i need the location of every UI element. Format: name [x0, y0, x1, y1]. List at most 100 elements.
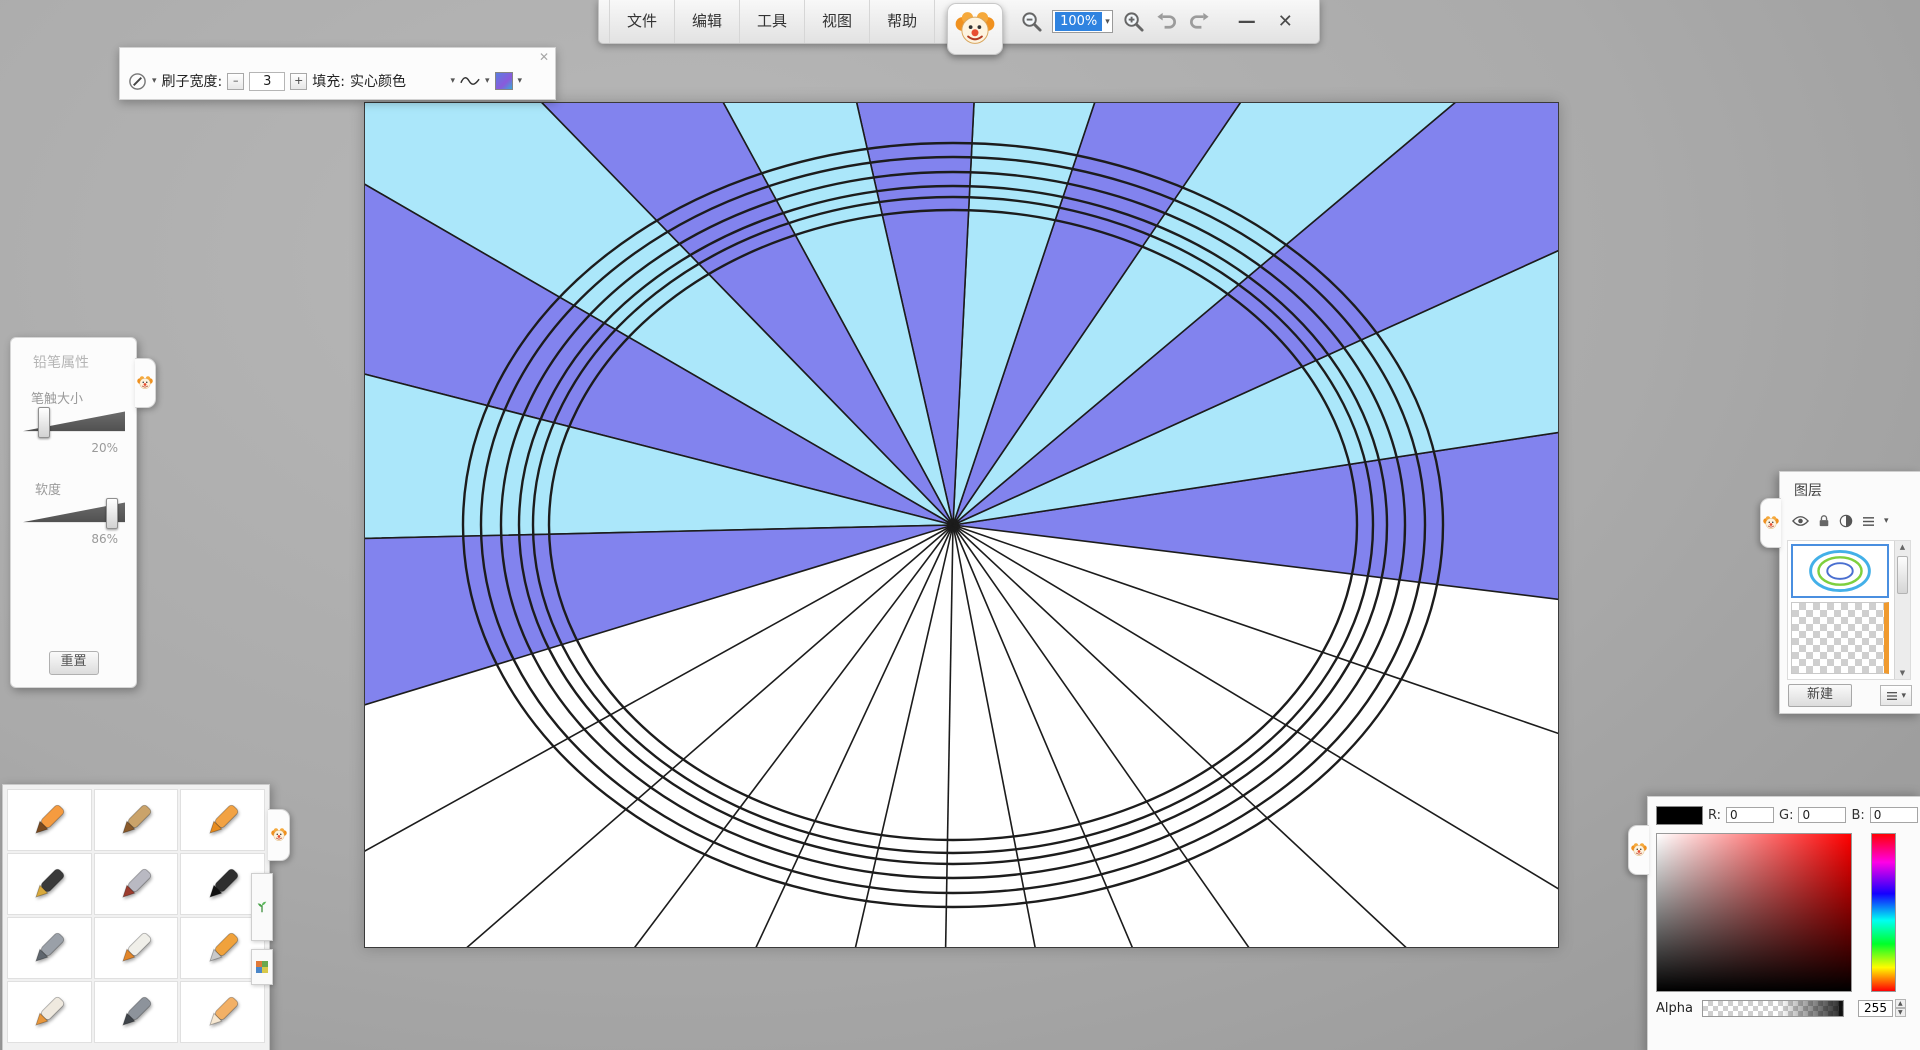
layer-item-circles[interactable]: [1791, 544, 1889, 598]
layer-item-transparent[interactable]: [1791, 602, 1889, 674]
fill-type-value: 实心颜色: [350, 71, 406, 91]
brush-width-decrease-button[interactable]: –: [227, 73, 244, 90]
scrollbar-thumb[interactable]: [1897, 556, 1908, 594]
layer-thumbnail-art: [1793, 546, 1887, 596]
tip-size-slider[interactable]: [23, 406, 125, 438]
zoom-out-icon: [1020, 10, 1043, 33]
scroll-down-button[interactable]: ▼: [1900, 667, 1905, 679]
tip-size-slider-handle[interactable]: [38, 407, 50, 438]
undo-button[interactable]: [1155, 10, 1178, 33]
zoom-level-control[interactable]: 100% ▾: [1052, 10, 1113, 33]
toolbar-close-button[interactable]: ✕: [539, 50, 549, 64]
hue-strip[interactable]: [1871, 833, 1896, 992]
clown-tab-icon: [137, 375, 153, 391]
zoom-out-button[interactable]: [1020, 10, 1043, 33]
fill-type-dropdown[interactable]: 实心颜色 ▾: [350, 71, 455, 91]
blend-contrast-icon[interactable]: [1839, 514, 1853, 528]
brush-width-value[interactable]: 3: [249, 72, 285, 91]
stroke-style-caret-icon[interactable]: ▾: [485, 76, 490, 86]
layers-items: [1788, 541, 1894, 679]
layers-scrollbar[interactable]: ▲ ▼: [1894, 541, 1910, 679]
plant-stamp-strip[interactable]: [251, 873, 273, 941]
zoom-caret-icon[interactable]: ▾: [1105, 17, 1110, 27]
lock-icon[interactable]: [1818, 514, 1830, 528]
tool-flat-brush[interactable]: [94, 853, 179, 915]
layers-toolbar: ▾: [1792, 514, 1889, 528]
blue-input[interactable]: [1870, 807, 1918, 823]
layer-menu-caret-icon: ▾: [1901, 691, 1906, 701]
stroke-color-swatch[interactable]: [495, 72, 513, 90]
alpha-spin-down-icon[interactable]: ▼: [1895, 1008, 1906, 1017]
fill-type-caret-icon: ▾: [450, 76, 455, 86]
close-button[interactable]: ✕: [1278, 0, 1293, 44]
minimize-button[interactable]: —: [1238, 0, 1256, 44]
tools-palette-tab[interactable]: [268, 809, 290, 861]
color-values-row: R: G: B:: [1656, 806, 1914, 824]
red-input[interactable]: [1726, 807, 1774, 823]
app-logo-button[interactable]: [947, 3, 1003, 55]
menu-item-tools[interactable]: 工具: [740, 0, 805, 43]
pencil-panel-title: 铅笔属性: [33, 352, 89, 372]
pattern-stamp-strip[interactable]: [251, 949, 273, 985]
tool-paint-brush[interactable]: [94, 789, 179, 851]
pattern-icon: [256, 961, 268, 973]
scroll-up-button[interactable]: ▲: [1900, 541, 1905, 553]
alpha-label: Alpha: [1656, 1001, 1702, 1016]
tool-grid: [3, 785, 269, 1047]
green-input[interactable]: [1798, 807, 1846, 823]
alpha-input[interactable]: [1858, 1000, 1893, 1017]
tip-size-value: 20%: [91, 441, 118, 455]
zoom-level-value: 100%: [1055, 12, 1102, 31]
clown-tab-icon: [271, 827, 287, 843]
clown-logo-icon: [955, 9, 995, 49]
tool-liner-brush[interactable]: [94, 981, 179, 1043]
alpha-spinner[interactable]: ▲ ▼: [1895, 999, 1906, 1017]
red-label: R:: [1708, 808, 1721, 823]
current-color-swatch[interactable]: [1656, 806, 1703, 825]
softness-label: 软度: [35, 479, 61, 498]
softness-slider-handle[interactable]: [106, 498, 118, 529]
color-panel-tab[interactable]: [1628, 825, 1649, 875]
layers-panel-tab[interactable]: [1760, 498, 1781, 548]
menu-item-file[interactable]: 文件: [609, 0, 675, 43]
layers-panel-title: 图层: [1794, 480, 1822, 500]
alpha-spin-up-icon[interactable]: ▲: [1895, 999, 1906, 1008]
pencil-panel-tab[interactable]: [135, 358, 156, 408]
layer-menu-button[interactable]: ▾: [1880, 685, 1912, 706]
color-picker-panel: R: G: B: Alpha ▲ ▼: [1647, 796, 1920, 1050]
alpha-row: Alpha ▲ ▼: [1656, 999, 1916, 1017]
softness-slider[interactable]: [23, 497, 125, 529]
fill-label: 填充:: [312, 71, 345, 91]
brush-width-increase-button[interactable]: +: [290, 73, 307, 90]
menu-item-help[interactable]: 帮助: [870, 0, 935, 43]
pencil-properties-panel: 铅笔属性 笔触大小 20% 软度 86% 重置: [10, 337, 137, 688]
brush-shape-icon[interactable]: [128, 72, 147, 91]
zoom-in-button[interactable]: [1122, 10, 1145, 33]
menu-item-view[interactable]: 视图: [805, 0, 870, 43]
alpha-slider[interactable]: [1702, 1000, 1844, 1017]
layer-options-list-icon[interactable]: [1862, 516, 1875, 527]
visibility-eye-icon[interactable]: [1792, 515, 1809, 527]
tool-paint-tube[interactable]: [94, 917, 179, 979]
app-window: 文件编辑工具视图帮助 100% ▾: [0, 0, 1920, 1050]
layer-options-caret-icon[interactable]: ▾: [1884, 516, 1889, 526]
drawing-canvas[interactable]: [364, 102, 1559, 948]
menu-item-edit[interactable]: 编辑: [675, 0, 740, 43]
stroke-style-icon[interactable]: [460, 75, 480, 87]
saturation-value-field[interactable]: [1656, 833, 1852, 992]
tool-airbrush[interactable]: [7, 917, 92, 979]
brush-shape-caret-icon[interactable]: ▾: [152, 76, 157, 86]
tool-pencil[interactable]: [7, 789, 92, 851]
tool-marker[interactable]: [7, 981, 92, 1043]
new-layer-button[interactable]: 新建: [1788, 684, 1852, 707]
tool-fountain-pen[interactable]: [7, 853, 92, 915]
alpha-slider-handle[interactable]: [1839, 1001, 1842, 1016]
clown-tab-icon: [1631, 842, 1647, 858]
menu-items: 文件编辑工具视图帮助: [609, 0, 935, 43]
layers-panel: 图层 ▾: [1779, 471, 1920, 714]
stroke-color-caret-icon[interactable]: ▾: [518, 76, 523, 86]
reset-button[interactable]: 重置: [49, 651, 99, 675]
tool-eraser[interactable]: [180, 981, 265, 1043]
redo-button[interactable]: [1188, 10, 1211, 33]
tool-crayon[interactable]: [180, 789, 265, 851]
